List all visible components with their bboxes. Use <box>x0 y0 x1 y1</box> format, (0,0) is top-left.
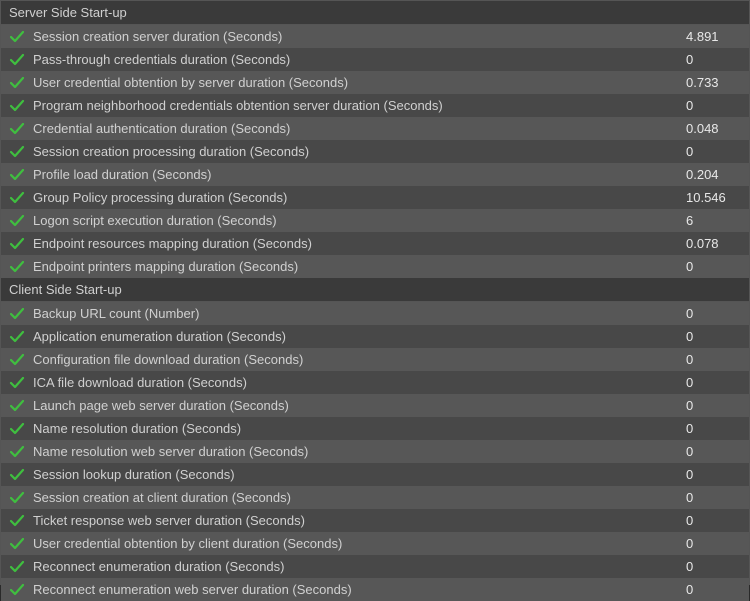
section-header: Client Side Start-up <box>1 278 749 302</box>
check-icon <box>9 467 25 483</box>
metrics-panel: Server Side Start-up Session creation ser… <box>0 0 750 585</box>
metric-row[interactable]: Launch page web server duration (Seconds… <box>1 394 749 417</box>
metric-row[interactable]: User credential obtention by server dura… <box>1 71 749 94</box>
metric-row[interactable]: Name resolution duration (Seconds)0 <box>1 417 749 440</box>
metric-row[interactable]: Configuration file download duration (Se… <box>1 348 749 371</box>
metric-label: Launch page web server duration (Seconds… <box>33 398 686 413</box>
metric-row[interactable]: Endpoint printers mapping duration (Seco… <box>1 255 749 278</box>
metric-row[interactable]: Name resolution web server duration (Sec… <box>1 440 749 463</box>
metric-value: 0 <box>686 559 741 574</box>
metric-value: 0 <box>686 421 741 436</box>
metric-value: 0 <box>686 352 741 367</box>
metric-row[interactable]: Backup URL count (Number)0 <box>1 302 749 325</box>
metric-row[interactable]: ICA file download duration (Seconds)0 <box>1 371 749 394</box>
metric-label: Configuration file download duration (Se… <box>33 352 686 367</box>
metric-value: 0 <box>686 398 741 413</box>
metric-row[interactable]: Application enumeration duration (Second… <box>1 325 749 348</box>
metric-label: Session lookup duration (Seconds) <box>33 467 686 482</box>
metric-value: 0.048 <box>686 121 741 136</box>
check-icon <box>9 375 25 391</box>
metric-row[interactable]: Group Policy processing duration (Second… <box>1 186 749 209</box>
metric-value: 0 <box>686 98 741 113</box>
section-header: Server Side Start-up <box>1 1 749 25</box>
check-icon <box>9 167 25 183</box>
metric-label: Endpoint resources mapping duration (Sec… <box>33 236 686 251</box>
check-icon <box>9 582 25 598</box>
metric-value: 0 <box>686 52 741 67</box>
metric-value: 0.078 <box>686 236 741 251</box>
check-icon <box>9 306 25 322</box>
metric-value: 0 <box>686 582 741 597</box>
check-icon <box>9 29 25 45</box>
metric-value: 0.733 <box>686 75 741 90</box>
metric-value: 0 <box>686 329 741 344</box>
check-icon <box>9 98 25 114</box>
metric-row[interactable]: Credential authentication duration (Seco… <box>1 117 749 140</box>
metric-row[interactable]: Ticket response web server duration (Sec… <box>1 509 749 532</box>
check-icon <box>9 213 25 229</box>
check-icon <box>9 236 25 252</box>
metric-value: 0.204 <box>686 167 741 182</box>
metric-value: 10.546 <box>686 190 741 205</box>
metric-value: 0 <box>686 375 741 390</box>
check-icon <box>9 52 25 68</box>
metric-label: Name resolution duration (Seconds) <box>33 421 686 436</box>
metric-label: Profile load duration (Seconds) <box>33 167 686 182</box>
check-icon <box>9 121 25 137</box>
metric-value: 0 <box>686 513 741 528</box>
metric-value: 6 <box>686 213 741 228</box>
metric-value: 0 <box>686 490 741 505</box>
metric-label: Program neighborhood credentials obtenti… <box>33 98 686 113</box>
metric-label: Endpoint printers mapping duration (Seco… <box>33 259 686 274</box>
metric-row[interactable]: Session creation server duration (Second… <box>1 25 749 48</box>
check-icon <box>9 144 25 160</box>
metric-label: Name resolution web server duration (Sec… <box>33 444 686 459</box>
check-icon <box>9 536 25 552</box>
metric-label: Application enumeration duration (Second… <box>33 329 686 344</box>
metric-value: 0 <box>686 144 741 159</box>
metric-label: Credential authentication duration (Seco… <box>33 121 686 136</box>
metric-label: ICA file download duration (Seconds) <box>33 375 686 390</box>
metric-value: 4.891 <box>686 29 741 44</box>
metric-value: 0 <box>686 306 741 321</box>
metric-label: Logon script execution duration (Seconds… <box>33 213 686 228</box>
metric-value: 0 <box>686 259 741 274</box>
metric-row[interactable]: Program neighborhood credentials obtenti… <box>1 94 749 117</box>
metric-row[interactable]: User credential obtention by client dura… <box>1 532 749 555</box>
metric-row[interactable]: Reconnect enumeration web server duratio… <box>1 578 749 601</box>
metric-row[interactable]: Reconnect enumeration duration (Seconds)… <box>1 555 749 578</box>
metric-label: Pass-through credentials duration (Secon… <box>33 52 686 67</box>
metric-label: Session creation server duration (Second… <box>33 29 686 44</box>
metric-label: Group Policy processing duration (Second… <box>33 190 686 205</box>
metric-value: 0 <box>686 444 741 459</box>
check-icon <box>9 444 25 460</box>
check-icon <box>9 352 25 368</box>
check-icon <box>9 329 25 345</box>
metric-row[interactable]: Session creation at client duration (Sec… <box>1 486 749 509</box>
metric-row[interactable]: Logon script execution duration (Seconds… <box>1 209 749 232</box>
metric-label: User credential obtention by server dura… <box>33 75 686 90</box>
metric-label: Session creation at client duration (Sec… <box>33 490 686 505</box>
metric-value: 0 <box>686 467 741 482</box>
metric-row[interactable]: Session lookup duration (Seconds)0 <box>1 463 749 486</box>
check-icon <box>9 190 25 206</box>
check-icon <box>9 259 25 275</box>
metric-value: 0 <box>686 536 741 551</box>
metric-row[interactable]: Endpoint resources mapping duration (Sec… <box>1 232 749 255</box>
check-icon <box>9 559 25 575</box>
check-icon <box>9 75 25 91</box>
metric-label: Ticket response web server duration (Sec… <box>33 513 686 528</box>
metric-row[interactable]: Profile load duration (Seconds)0.204 <box>1 163 749 186</box>
metric-row[interactable]: Pass-through credentials duration (Secon… <box>1 48 749 71</box>
metric-label: Reconnect enumeration duration (Seconds) <box>33 559 686 574</box>
check-icon <box>9 513 25 529</box>
metric-label: Session creation processing duration (Se… <box>33 144 686 159</box>
metric-row[interactable]: Session creation processing duration (Se… <box>1 140 749 163</box>
metric-label: User credential obtention by client dura… <box>33 536 686 551</box>
check-icon <box>9 490 25 506</box>
check-icon <box>9 421 25 437</box>
metric-label: Backup URL count (Number) <box>33 306 686 321</box>
check-icon <box>9 398 25 414</box>
metric-label: Reconnect enumeration web server duratio… <box>33 582 686 597</box>
